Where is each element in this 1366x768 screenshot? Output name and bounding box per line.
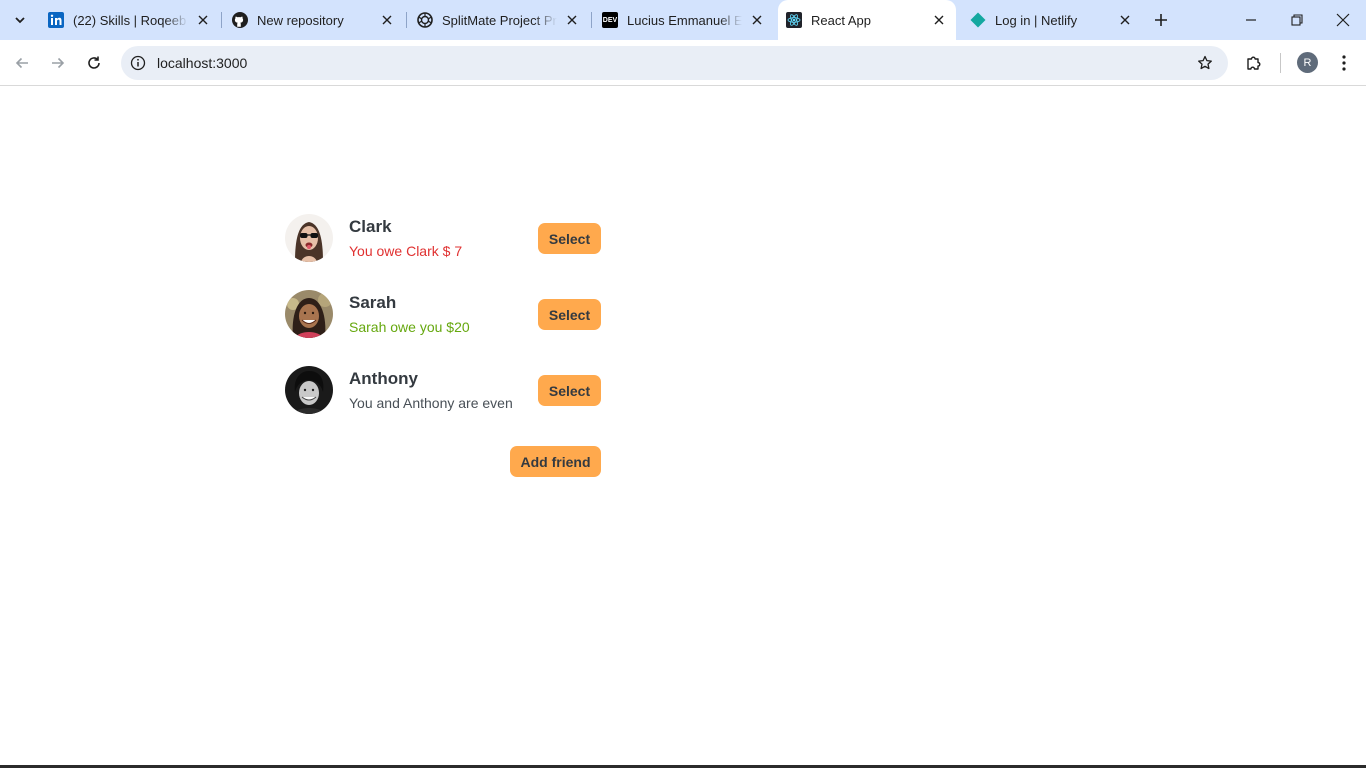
tab-separator	[221, 12, 222, 28]
address-bar[interactable]: localhost:3000	[121, 46, 1228, 80]
add-friend-button[interactable]: Add friend	[510, 446, 601, 477]
friend-item-clark: Clark You owe Clark $ 7 Select	[285, 214, 603, 262]
restore-icon	[1291, 14, 1303, 26]
friend-avatar	[285, 366, 333, 414]
friend-avatar	[285, 214, 333, 262]
friend-balance: You owe Clark $ 7	[349, 243, 463, 259]
friend-item-sarah: Sarah Sarah owe you $20 Select	[285, 290, 603, 338]
tab-netlify[interactable]: Log in | Netlify	[962, 0, 1142, 40]
close-icon	[1336, 13, 1350, 27]
close-icon[interactable]	[1116, 11, 1134, 29]
tab-strip: (22) Skills | Roqeeb Is New repository S…	[0, 0, 1366, 40]
github-icon	[232, 12, 248, 28]
friend-item-anthony: Anthony You and Anthony are even Select	[285, 366, 603, 414]
dev-badge-text: DEV	[602, 16, 618, 24]
url-text[interactable]: localhost:3000	[157, 55, 247, 71]
page-content: Clark You owe Clark $ 7 Select Sarah Sar…	[0, 87, 1366, 768]
browser-toolbar: localhost:3000 R	[0, 40, 1366, 86]
restore-button[interactable]	[1274, 0, 1320, 40]
tab-linkedin[interactable]: (22) Skills | Roqeeb Is	[40, 0, 220, 40]
friend-avatar	[285, 290, 333, 338]
tab-title: (22) Skills | Roqeeb Is	[73, 12, 188, 28]
select-button[interactable]: Select	[538, 375, 601, 406]
friend-balance: You and Anthony are even	[349, 395, 513, 411]
window-close-button[interactable]	[1320, 0, 1366, 40]
minimize-button[interactable]	[1228, 0, 1274, 40]
minimize-icon	[1246, 19, 1256, 21]
friend-name: Sarah	[349, 293, 397, 312]
tab-title: New repository	[257, 12, 344, 28]
close-icon[interactable]	[378, 11, 396, 29]
tab-dev[interactable]: DEV Lucius Emmanuel Em	[594, 0, 774, 40]
react-icon	[786, 12, 802, 28]
arrow-left-icon	[15, 57, 28, 69]
dev-icon: DEV	[602, 12, 618, 28]
linkedin-icon	[48, 12, 64, 28]
select-button[interactable]: Select	[538, 223, 601, 254]
extensions-icon[interactable]	[1242, 51, 1266, 75]
profile-initial: R	[1303, 56, 1312, 69]
close-icon[interactable]	[748, 11, 766, 29]
friend-balance: Sarah owe you $20	[349, 319, 470, 335]
tab-separator	[406, 12, 407, 28]
friend-name: Clark	[349, 217, 392, 236]
tab-github[interactable]: New repository	[224, 0, 404, 40]
toolbar-divider	[1280, 53, 1281, 73]
close-icon[interactable]	[194, 11, 212, 29]
back-button[interactable]	[8, 49, 36, 77]
site-info-icon[interactable]	[129, 54, 147, 72]
tab-separator	[591, 12, 592, 28]
tab-title: Log in | Netlify	[995, 12, 1078, 28]
netlify-icon	[970, 12, 986, 28]
friend-name: Anthony	[349, 369, 418, 388]
openai-icon	[417, 12, 433, 28]
more-menu-icon[interactable]	[1332, 51, 1356, 75]
close-icon[interactable]	[563, 11, 581, 29]
close-icon[interactable]	[930, 11, 948, 29]
plus-icon	[1155, 14, 1167, 26]
tab-splitmate[interactable]: SplitMate Project Pro	[409, 0, 589, 40]
arrow-right-icon	[52, 57, 65, 69]
reload-button[interactable]	[80, 49, 108, 77]
tab-title: Lucius Emmanuel Em	[627, 12, 742, 28]
profile-avatar[interactable]: R	[1297, 52, 1318, 73]
reload-icon	[88, 56, 100, 69]
forward-button[interactable]	[44, 49, 72, 77]
select-button[interactable]: Select	[538, 299, 601, 330]
new-tab-button[interactable]	[1150, 9, 1172, 31]
bookmark-star-icon[interactable]	[1196, 54, 1214, 72]
tab-react-app[interactable]: React App	[778, 0, 956, 40]
chevron-down-icon	[15, 17, 25, 24]
tab-search-button[interactable]	[6, 7, 34, 33]
tab-title: SplitMate Project Pro	[442, 12, 557, 28]
tab-title: React App	[811, 12, 871, 28]
